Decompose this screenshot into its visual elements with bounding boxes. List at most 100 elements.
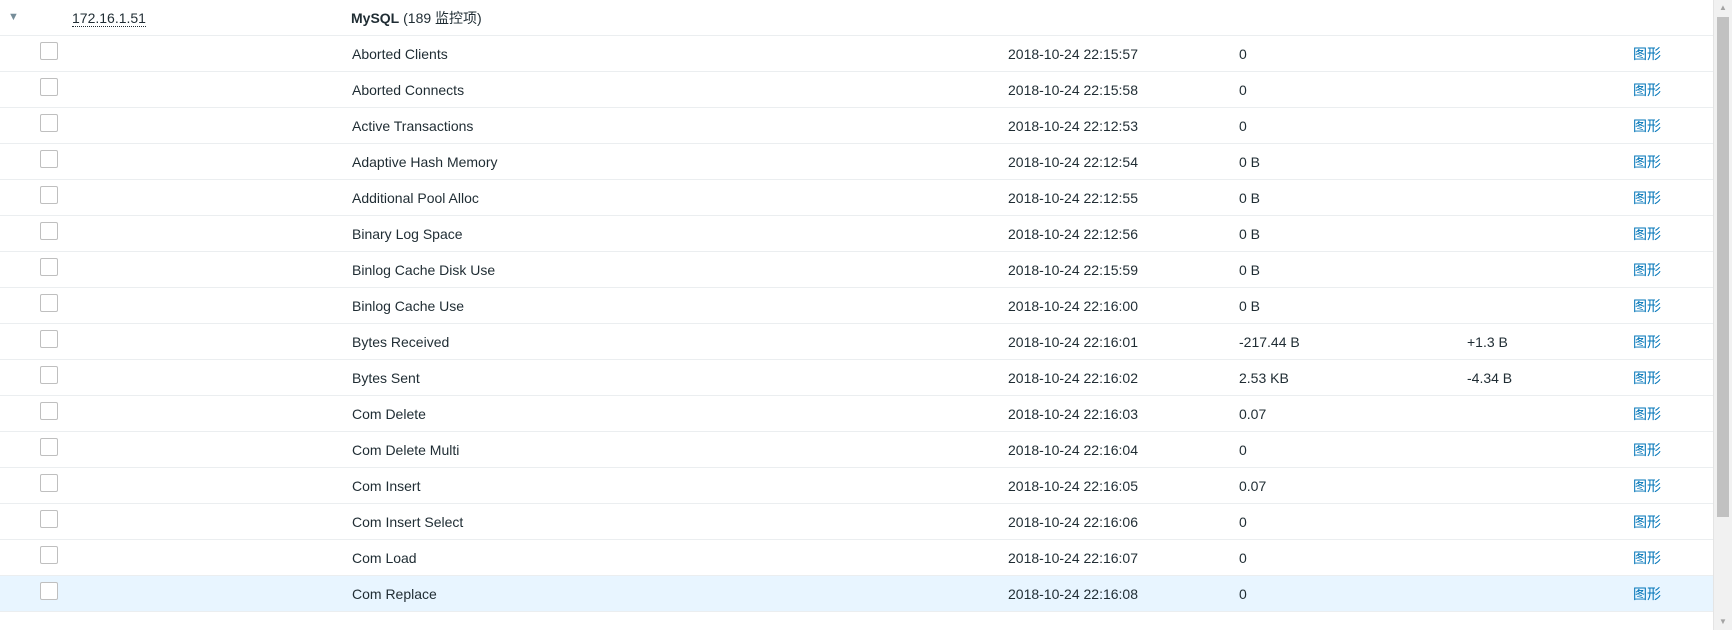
row-checkbox[interactable] (40, 294, 58, 312)
graph-link[interactable]: 图形 (1633, 216, 1661, 252)
item-last-check: 2018-10-24 22:16:04 (1008, 442, 1138, 458)
graph-link[interactable]: 图形 (1633, 360, 1661, 396)
item-name: Binary Log Space (352, 226, 463, 242)
row-checkbox[interactable] (40, 78, 58, 96)
table-row: Binlog Cache Disk Use 2018-10-24 22:15:59… (0, 252, 1713, 288)
table-row: Bytes Received 2018-10-24 22:16:01 -217.44… (0, 324, 1713, 360)
graph-link[interactable]: 图形 (1633, 108, 1661, 144)
row-checkbox[interactable] (40, 438, 58, 456)
item-last-value: 0 B (1239, 262, 1261, 278)
scroll-up-icon[interactable]: ▲ (1714, 0, 1732, 16)
item-last-check: 2018-10-24 22:16:01 (1008, 334, 1138, 350)
item-last-check: 2018-10-24 22:15:59 (1008, 262, 1138, 278)
item-last-value: 0 B (1239, 226, 1261, 242)
table-row: Com Insert Select 2018-10-24 22:16:06 0 图形 (0, 504, 1713, 540)
item-name: Com Delete (352, 406, 426, 422)
item-name: Aborted Clients (352, 46, 448, 62)
item-last-check: 2018-10-24 22:12:55 (1008, 190, 1138, 206)
item-rows: Aborted Clients 2018-10-24 22:15:57 0 图形 Abo… (0, 36, 1713, 612)
row-checkbox[interactable] (40, 150, 58, 168)
latest-data-table: ▼ 172.16.1.51 MySQL (189 监控项) Aborted Cl… (0, 0, 1713, 612)
item-last-check: 2018-10-24 22:16:03 (1008, 406, 1138, 422)
row-checkbox[interactable] (40, 366, 58, 384)
item-last-check: 2018-10-24 22:16:07 (1008, 550, 1138, 566)
row-checkbox[interactable] (40, 258, 58, 276)
application-name: MySQL (189 监控项) (351, 0, 482, 36)
item-last-check: 2018-10-24 22:15:58 (1008, 82, 1138, 98)
graph-link[interactable]: 图形 (1633, 180, 1661, 216)
table-row: Binlog Cache Use 2018-10-24 22:16:00 0 B 图形 (0, 288, 1713, 324)
item-last-value: 0 B (1239, 298, 1261, 314)
item-last-value: 0 (1239, 442, 1247, 458)
item-name: Binlog Cache Use (352, 298, 465, 314)
item-name: Adaptive Hash Memory (352, 154, 498, 170)
graph-link[interactable]: 图形 (1633, 144, 1661, 180)
item-name: Additional Pool Alloc (352, 190, 479, 206)
host-name-link[interactable]: 172.16.1.51 (72, 10, 146, 27)
row-checkbox[interactable] (40, 330, 58, 348)
table-row: Com Insert 2018-10-24 22:16:05 0.07 图形 (0, 468, 1713, 504)
item-name: Bytes Sent (352, 370, 420, 386)
row-checkbox[interactable] (40, 402, 58, 420)
item-name: Binlog Cache Disk Use (352, 262, 496, 278)
graph-link[interactable]: 图形 (1633, 432, 1661, 468)
item-last-check: 2018-10-24 22:12:54 (1008, 154, 1138, 170)
item-last-check: 2018-10-24 22:12:56 (1008, 226, 1138, 242)
row-checkbox[interactable] (40, 510, 58, 528)
graph-link[interactable]: 图形 (1633, 36, 1661, 72)
vertical-scrollbar[interactable]: ▲ ▼ (1713, 0, 1732, 630)
table-row: Com Replace 2018-10-24 22:16:08 0 图形 (0, 576, 1713, 612)
graph-link[interactable]: 图形 (1633, 504, 1661, 540)
item-last-value: 0.07 (1239, 406, 1267, 422)
table-row: Com Delete Multi 2018-10-24 22:16:04 0 图形 (0, 432, 1713, 468)
item-last-value: 0 (1239, 118, 1247, 134)
row-checkbox[interactable] (40, 474, 58, 492)
triangle-down-icon[interactable]: ▼ (8, 0, 22, 36)
item-last-value: 0.07 (1239, 478, 1267, 494)
graph-link[interactable]: 图形 (1633, 72, 1661, 108)
item-last-value: 0 (1239, 82, 1247, 98)
graph-link[interactable]: 图形 (1633, 540, 1661, 576)
item-last-value: 0 (1239, 46, 1247, 62)
item-change: +1.3 B (1467, 334, 1508, 350)
graph-link[interactable]: 图形 (1633, 252, 1661, 288)
table-row: Aborted Connects 2018-10-24 22:15:58 0 图形 (0, 72, 1713, 108)
graph-link[interactable]: 图形 (1633, 288, 1661, 324)
table-row: Binary Log Space 2018-10-24 22:12:56 0 B 图形 (0, 216, 1713, 252)
item-last-value: 0 B (1239, 154, 1261, 170)
item-last-value: -217.44 B (1239, 334, 1300, 350)
graph-link[interactable]: 图形 (1633, 324, 1661, 360)
item-last-value: 0 (1239, 514, 1247, 530)
item-name: Aborted Connects (352, 82, 465, 98)
row-checkbox[interactable] (40, 546, 58, 564)
scroll-thumb[interactable] (1717, 17, 1729, 517)
item-name: Com Insert (352, 478, 421, 494)
table-row: Adaptive Hash Memory 2018-10-24 22:12:54 0… (0, 144, 1713, 180)
row-checkbox[interactable] (40, 186, 58, 204)
host-group-row: ▼ 172.16.1.51 MySQL (189 监控项) (0, 0, 1713, 36)
item-last-value: 0 (1239, 550, 1247, 566)
application-count: (189 监控项) (403, 10, 482, 26)
row-checkbox[interactable] (40, 222, 58, 240)
row-checkbox[interactable] (40, 114, 58, 132)
item-change: -4.34 B (1467, 370, 1513, 386)
item-last-check: 2018-10-24 22:16:08 (1008, 586, 1138, 602)
scroll-down-icon[interactable]: ▼ (1714, 614, 1732, 630)
table-row: Aborted Clients 2018-10-24 22:15:57 0 图形 (0, 36, 1713, 72)
graph-link[interactable]: 图形 (1633, 396, 1661, 432)
latest-data-screen: ▼ 172.16.1.51 MySQL (189 监控项) Aborted Cl… (0, 0, 1732, 630)
item-name: Com Load (352, 550, 417, 566)
item-last-check: 2018-10-24 22:16:02 (1008, 370, 1138, 386)
table-row: Com Delete 2018-10-24 22:16:03 0.07 图形 (0, 396, 1713, 432)
item-name: Com Delete Multi (352, 442, 460, 458)
row-checkbox[interactable] (40, 582, 58, 600)
table-row: Active Transactions 2018-10-24 22:12:53 0 图… (0, 108, 1713, 144)
graph-link[interactable]: 图形 (1633, 576, 1661, 612)
item-last-value: 0 B (1239, 190, 1261, 206)
item-last-check: 2018-10-24 22:16:06 (1008, 514, 1138, 530)
application-title: MySQL (351, 10, 400, 26)
item-last-check: 2018-10-24 22:15:57 (1008, 46, 1138, 62)
row-checkbox[interactable] (40, 42, 58, 60)
graph-link[interactable]: 图形 (1633, 468, 1661, 504)
item-last-value: 0 (1239, 586, 1247, 602)
